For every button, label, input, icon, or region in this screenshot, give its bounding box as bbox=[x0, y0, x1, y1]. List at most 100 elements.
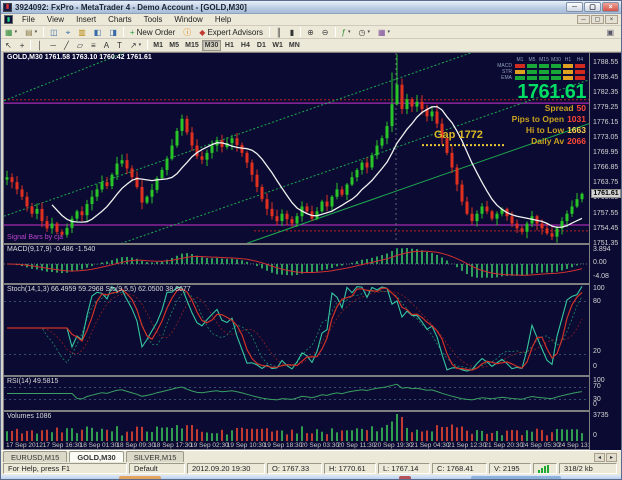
toolbar-overflow-button[interactable]: ▣ bbox=[603, 27, 617, 38]
text-label-tool-icon: T bbox=[117, 41, 122, 50]
toolbar-separator bbox=[30, 40, 31, 50]
child-close-button[interactable]: × bbox=[605, 15, 618, 24]
arrows-tool-icon: ↗ bbox=[130, 41, 137, 50]
vertical-line-tool-button[interactable]: │ bbox=[34, 40, 45, 51]
zoom-out-button[interactable]: ⊖ bbox=[319, 27, 332, 38]
dashboard-signal-cell bbox=[539, 76, 549, 80]
indicators-button[interactable]: ƒ▾ bbox=[339, 27, 354, 38]
tab-scroll-right-button[interactable]: ▸ bbox=[606, 453, 617, 462]
menu-item-window[interactable]: Window bbox=[168, 14, 208, 25]
strategy-tester-button[interactable]: ◨ bbox=[106, 27, 120, 38]
chart-bar-mode-button[interactable]: ║ bbox=[273, 27, 285, 38]
timeframe-m1-button[interactable]: M1 bbox=[150, 40, 166, 51]
market-watch-icon: ◫ bbox=[50, 28, 58, 37]
metaquotes-community-button[interactable]: ⓘ bbox=[180, 27, 194, 38]
child-minimize-button[interactable]: ─ bbox=[577, 15, 590, 24]
menu-item-file[interactable]: File bbox=[16, 14, 41, 25]
chart-candlestick-mode-button[interactable]: ▮ bbox=[287, 27, 297, 38]
chart-plot[interactable]: GOLD,M30 1761.58 1763.10 1760.42 1761.61… bbox=[4, 53, 589, 451]
time-axis-label: 19 Sep 10:30 bbox=[227, 442, 266, 449]
price-axis-label: 1788.55 bbox=[593, 59, 618, 66]
periods-button[interactable]: ◷▾ bbox=[355, 27, 373, 38]
title-bar[interactable]: ▮ 3924092: FxPro - MetaTrader 4 - Demo A… bbox=[1, 1, 621, 14]
new-order-button[interactable]: +New Order bbox=[127, 27, 178, 38]
menu-bar: ▮ FileViewInsertChartsToolsWindowHelp ─▢… bbox=[1, 14, 621, 26]
dashboard-stat: Spread50 bbox=[486, 103, 586, 114]
chart-tab-silver-m15[interactable]: SILVER,M15 bbox=[126, 451, 185, 462]
volumes-scale-label: 3735 bbox=[593, 412, 609, 419]
chart-area[interactable]: GOLD,M30 1761.58 1763.10 1760.42 1761.61… bbox=[3, 52, 621, 450]
macd-scale-label: 3.894 bbox=[593, 246, 611, 253]
volumes-pane[interactable]: Volumes 1086 bbox=[4, 412, 589, 441]
market-watch-button[interactable]: ◫ bbox=[47, 27, 61, 38]
menu-item-charts[interactable]: Charts bbox=[102, 14, 138, 25]
dashboard-stat: Hi to Low1663 bbox=[486, 125, 586, 136]
menu-item-view[interactable]: View bbox=[41, 14, 70, 25]
cursor-tool-button[interactable]: ↖ bbox=[2, 40, 15, 51]
stoch-scale-label: 20 bbox=[593, 348, 601, 355]
rsi-canvas[interactable] bbox=[4, 377, 589, 410]
terminal-icon: ◧ bbox=[94, 28, 102, 37]
taskbar-item bbox=[399, 476, 411, 480]
dashboard-stat-label: Daily Av bbox=[531, 136, 564, 146]
rsi-pane[interactable]: RSI(14) 49.5815 bbox=[4, 377, 589, 410]
gap-annotation-label[interactable]: Gap 1772 bbox=[434, 129, 483, 141]
timeframe-d1-button[interactable]: D1 bbox=[253, 40, 269, 51]
child-restore-button[interactable]: ▢ bbox=[591, 15, 604, 24]
navigator-button[interactable]: ▥ bbox=[75, 27, 89, 38]
price-axis-label: 1769.95 bbox=[593, 149, 618, 156]
timeframe-m15-button[interactable]: M15 bbox=[182, 40, 202, 51]
dashboard-col-h4: H4 bbox=[574, 57, 586, 63]
dashboard-signal-cell bbox=[575, 64, 585, 68]
price-axis[interactable]: 1788.551785.451782.351779.251776.151773.… bbox=[589, 53, 622, 451]
templates-button[interactable]: ▦▾ bbox=[375, 27, 393, 38]
timeframe-h4-button[interactable]: H4 bbox=[237, 40, 253, 51]
macd-scale-label: 0.00 bbox=[593, 259, 607, 266]
stochastic-label: Stoch(14,1,3) 66.4959 59.2968 Sto(9,5,5)… bbox=[7, 286, 191, 293]
stochastic-canvas[interactable] bbox=[4, 285, 589, 375]
new-chart-button[interactable]: ▦▾ bbox=[2, 27, 20, 38]
restore-button[interactable]: ▢ bbox=[584, 2, 601, 12]
navigator-icon: ▥ bbox=[78, 28, 86, 37]
symbol-ohlc-label: GOLD,M30 1761.58 1763.10 1760.42 1761.61 bbox=[7, 54, 152, 61]
main-price-pane[interactable]: GOLD,M30 1761.58 1763.10 1760.42 1761.61… bbox=[4, 53, 589, 243]
minimize-button[interactable]: ─ bbox=[566, 2, 583, 12]
text-tool-button[interactable]: A bbox=[101, 40, 112, 51]
chart-tab-eurusd-m15[interactable]: EURUSD,M15 bbox=[3, 451, 67, 462]
app-icon: ▮ bbox=[3, 3, 12, 12]
macd-pane[interactable]: MACD(9,17,9) -0.486 -1.540 bbox=[4, 245, 589, 283]
trendline-tool-button[interactable]: ╱ bbox=[61, 40, 72, 51]
arrows-tool-button[interactable]: ↗▾ bbox=[127, 40, 144, 51]
channel-tool-button[interactable]: ▱ bbox=[74, 40, 86, 51]
text-label-tool-button[interactable]: T bbox=[114, 40, 125, 51]
chart-tab-gold-m30[interactable]: GOLD,M30 bbox=[69, 451, 123, 462]
menu-item-insert[interactable]: Insert bbox=[70, 14, 102, 25]
crosshair-tool-button[interactable]: + bbox=[17, 40, 28, 51]
volumes-canvas[interactable] bbox=[4, 412, 589, 441]
crosshair-tool-icon: + bbox=[20, 41, 25, 50]
chart-child-icon: ▮ bbox=[4, 15, 13, 24]
timeframe-mn-button[interactable]: MN bbox=[286, 40, 303, 51]
data-window-button[interactable]: ⌖ bbox=[63, 27, 74, 38]
close-button[interactable]: × bbox=[602, 2, 619, 12]
timeframe-m5-button[interactable]: M5 bbox=[166, 40, 182, 51]
price-axis-label: 1754.45 bbox=[593, 225, 618, 232]
menu-item-tools[interactable]: Tools bbox=[138, 14, 169, 25]
horizontal-line-tool-button[interactable]: ─ bbox=[47, 40, 59, 51]
time-axis-label: 18 Sep 09:30 bbox=[116, 442, 155, 449]
new-order-label: New Order bbox=[137, 28, 176, 37]
tab-scroll-left-button[interactable]: ◂ bbox=[594, 453, 605, 462]
timeframe-m30-button[interactable]: M30 bbox=[202, 40, 222, 51]
timeframe-h1-button[interactable]: H1 bbox=[221, 40, 237, 51]
expert-advisors-button[interactable]: ◆Expert Advisors bbox=[196, 27, 266, 38]
terminal-button[interactable]: ◧ bbox=[91, 27, 105, 38]
profiles-button[interactable]: ▤▾ bbox=[22, 27, 40, 38]
timeframe-w1-button[interactable]: W1 bbox=[269, 40, 286, 51]
fibonacci-tool-button[interactable]: ≡ bbox=[88, 40, 99, 51]
dashboard-signal-cell bbox=[563, 70, 573, 74]
stochastic-pane[interactable]: Stoch(14,1,3) 66.4959 59.2968 Sto(9,5,5)… bbox=[4, 285, 589, 375]
status-open: O: 1767.33 bbox=[267, 463, 322, 474]
zoom-in-button[interactable]: ⊕ bbox=[304, 27, 317, 38]
menu-item-help[interactable]: Help bbox=[209, 14, 237, 25]
dashboard-col-h1: H1 bbox=[562, 57, 574, 63]
